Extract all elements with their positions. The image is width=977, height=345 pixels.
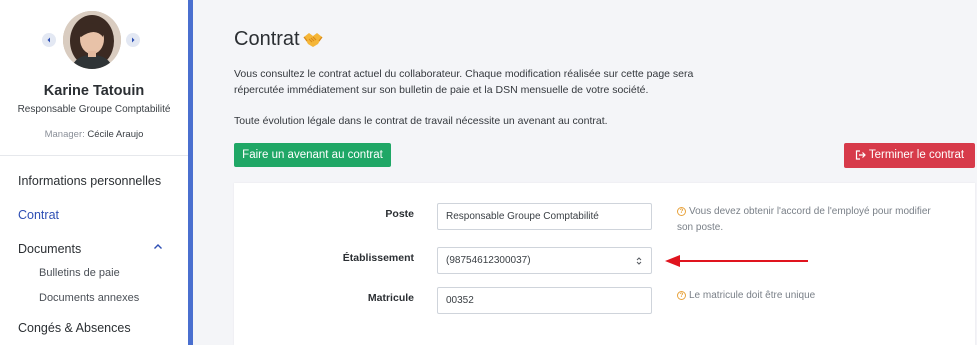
poste-hint-line-2: son poste. — [677, 221, 724, 233]
matricule-input[interactable]: 00352 — [437, 287, 652, 314]
poste-hint: ? Vous devez obtenir l'accord de l'employ… — [677, 204, 931, 235]
employee-role: Responsable Groupe Comptabilité — [17, 104, 171, 115]
terminer-contrat-label: Terminer le contrat — [868, 149, 965, 161]
sidebar-item-contrat[interactable]: Contrat — [18, 208, 59, 222]
poste-label: Poste — [385, 208, 414, 220]
next-employee-button[interactable] — [126, 33, 140, 47]
employee-name: Karine Tatouin — [43, 83, 145, 99]
page-title: Contrat — [234, 28, 300, 50]
annotation-arrow-icon — [665, 255, 808, 267]
matricule-hint: ? Le matricule doit être unique — [677, 288, 815, 304]
poste-input[interactable]: Responsable Groupe Comptabilité — [437, 203, 652, 230]
main-content: Contrat Vous consultez le contrat actuel… — [193, 0, 977, 345]
contract-form-card: Poste Responsable Groupe Comptabilité ? V… — [234, 183, 975, 345]
avatar — [63, 11, 121, 69]
sidebar-item-documents[interactable]: Documents — [18, 242, 81, 256]
sidebar-subitem-bulletins-de-paie[interactable]: Bulletins de paie — [39, 267, 120, 279]
manager-label: Manager: — [44, 129, 85, 140]
avatar-photo-icon — [63, 11, 121, 69]
matricule-label: Matricule — [367, 292, 414, 304]
employee-manager: Manager: Cécile Araujo — [0, 129, 188, 140]
handshake-icon — [303, 33, 323, 47]
description-line-2: répercutée immédiatement sur son bulleti… — [234, 84, 649, 96]
sidebar-item-informations-personnelles[interactable]: Informations personnelles — [18, 174, 161, 188]
select-caret-icon — [636, 257, 642, 265]
etablissement-selected-value: (98754612300037) — [446, 255, 531, 266]
chevron-right-icon — [132, 37, 135, 43]
faire-avenant-button[interactable]: Faire un avenant au contrat — [234, 143, 391, 167]
help-icon: ? — [677, 291, 686, 300]
employee-switcher — [0, 11, 188, 69]
sidebar-subitem-documents-annexes[interactable]: Documents annexes — [39, 292, 139, 304]
manager-name[interactable]: Cécile Araujo — [87, 129, 143, 140]
poste-hint-line-1: Vous devez obtenir l'accord de l'employé… — [689, 206, 931, 217]
etablissement-label: Établissement — [342, 252, 414, 264]
chevron-up-icon[interactable] — [153, 243, 163, 250]
matricule-hint-text: Le matricule doit être unique — [689, 290, 816, 301]
exit-icon — [855, 150, 866, 160]
description-line-3: Toute évolution légale dans le contrat d… — [234, 115, 608, 127]
chevron-left-icon — [47, 37, 50, 43]
sidebar-divider — [0, 155, 188, 156]
description-line-1: Vous consultez le contrat actuel du coll… — [234, 68, 694, 80]
sidebar: Karine Tatouin Responsable Groupe Compta… — [0, 0, 188, 345]
help-icon: ? — [677, 207, 686, 216]
terminer-contrat-button[interactable]: Terminer le contrat — [844, 143, 975, 168]
sidebar-item-conges-absences[interactable]: Congés & Absences — [18, 321, 131, 335]
previous-employee-button[interactable] — [42, 33, 56, 47]
etablissement-select[interactable]: (98754612300037) — [437, 247, 652, 274]
